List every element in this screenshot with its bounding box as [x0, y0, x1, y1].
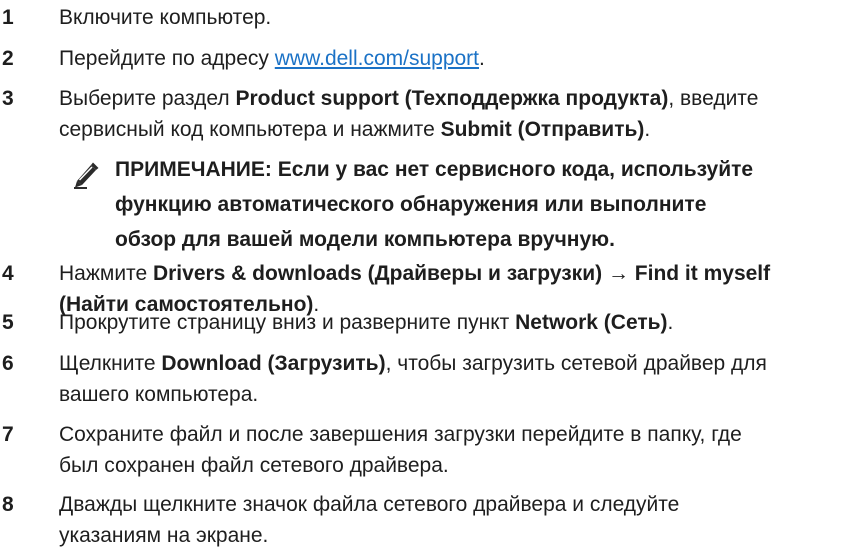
dell-support-link[interactable]: www.dell.com/support: [275, 47, 479, 70]
step-7-line-2: был сохранен файл сетевого драйвера.: [59, 454, 449, 477]
step-text: Перейдите по адресу www.dell.com/support…: [59, 43, 849, 74]
note-text: ПРИМЕЧАНИЕ: Если у вас нет сервисного ко…: [115, 152, 851, 257]
step-text: Прокрутите страницу вниз и разверните пу…: [59, 307, 849, 338]
step-3-text-c: сервисный код компьютера и нажмите: [59, 118, 441, 141]
step-6-line-2: вашего компьютера.: [59, 383, 259, 406]
step-number: 7: [2, 423, 14, 446]
step-number: 3: [2, 87, 14, 110]
arrow-icon: →: [602, 262, 635, 285]
step-text: Сохраните файл и после завершения загруз…: [59, 419, 849, 481]
step-text: Щелкните Download (Загрузить), чтобы заг…: [59, 348, 849, 410]
drivers-downloads-label: Drivers & downloads (Драйверы и загрузки…: [152, 262, 603, 285]
step-3-text-d: .: [644, 118, 651, 141]
network-label: Network (Сеть): [515, 311, 668, 334]
step-6-text-b: , чтобы загрузить сетевой драйвер для: [385, 352, 767, 375]
step-number: 5: [2, 311, 14, 334]
step-number: 6: [2, 352, 14, 375]
step-8-line-2: указаниям на экране.: [59, 524, 269, 547]
step-number: 2: [2, 47, 14, 70]
step-number: 1: [2, 6, 14, 29]
product-support-label: Product support (Техподдержка продукта): [235, 87, 669, 110]
submit-label: Submit (Отправить): [440, 118, 645, 141]
note-line-1: ПРИМЕЧАНИЕ: Если у вас нет сервисного ко…: [115, 158, 754, 181]
step-number: 4: [2, 262, 14, 285]
step-2-text: Перейдите по адресу: [59, 47, 275, 70]
step-3-text-a: Выберите раздел: [59, 87, 236, 110]
note-line-2: функцию автоматического обнаружения или …: [115, 193, 707, 216]
step-5-text-a: Прокрутите страницу вниз и разверните пу…: [59, 311, 516, 334]
step-text: Включите компьютер.: [59, 2, 849, 33]
step-3-line-1: Выберите раздел Product support (Техподд…: [59, 83, 849, 114]
step-4-text-a: Нажмите: [59, 262, 153, 285]
step-5-text-b: .: [667, 311, 674, 334]
step-6-line-1: Щелкните Download (Загрузить), чтобы заг…: [59, 348, 849, 379]
step-2-period: .: [479, 47, 485, 70]
step-text: Выберите раздел Product support (Техподд…: [59, 83, 849, 145]
find-it-myself-label: Find it myself: [634, 262, 771, 285]
step-6-text-a: Щелкните: [59, 352, 162, 375]
step-7-line-1: Сохраните файл и после завершения загруз…: [59, 423, 742, 446]
download-label: Download (Загрузить): [161, 352, 386, 375]
step-3-text-b: , введите: [668, 87, 759, 110]
step-8-line-1: Дважды щелкните значок файла сетевого др…: [59, 493, 680, 516]
note-line-3: обзор для вашей модели компьютера вручну…: [115, 228, 615, 251]
step-4-line-1: Нажмите Drivers & downloads (Драйверы и …: [59, 258, 849, 289]
step-3-line-2: сервисный код компьютера и нажмите Submi…: [59, 114, 849, 145]
pencil-note-icon: [71, 159, 101, 189]
step-1-text: Включите компьютер.: [59, 6, 272, 29]
step-number: 8: [2, 493, 14, 516]
